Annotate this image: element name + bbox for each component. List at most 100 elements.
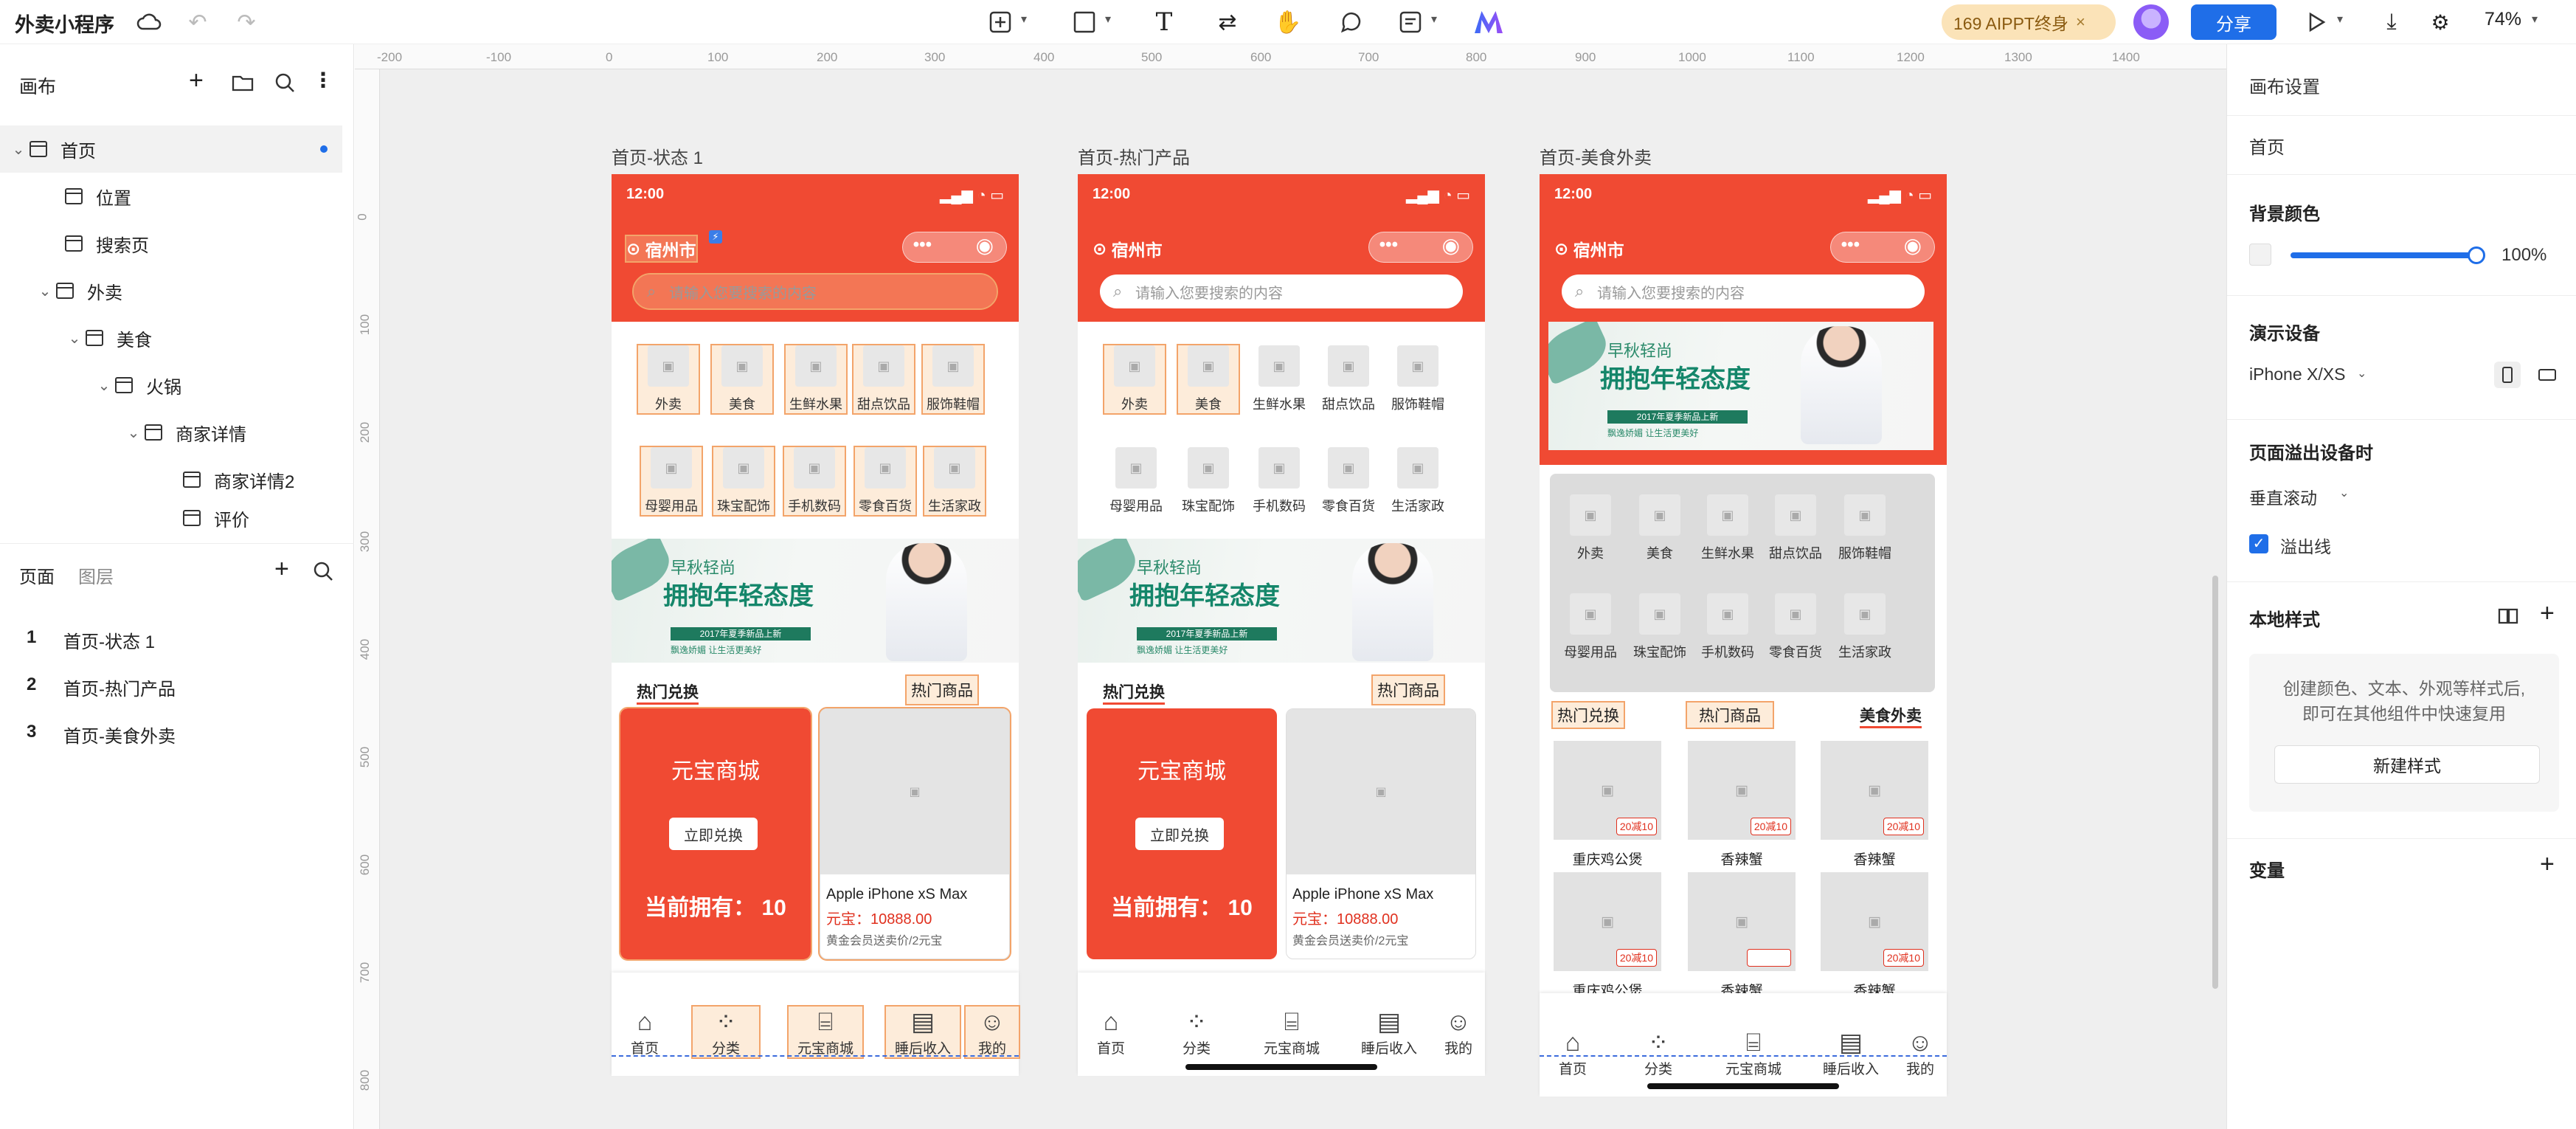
search-input[interactable]: ⌕ 请输入您要搜索的内容 [632,273,998,310]
category-item[interactable]: ▣ 母婴用品 [1560,593,1621,661]
add-style-icon[interactable]: + [2540,599,2555,628]
tab-yuanbao-mall[interactable]: ⌸ 元宝商城 [787,1005,864,1059]
promo-banner[interactable]: 早秋轻尚 拥抱年轻态度 2017年夏季新品上新 飘逸娇媚 让生活更美好 [1078,539,1485,663]
category-item[interactable]: ▣ 生活家政 [1388,447,1448,515]
folder-icon[interactable] [232,74,254,95]
section-hot-goods[interactable]: 热门商品 [1371,674,1445,705]
tab-home[interactable]: ⌂ 首页 [1078,1007,1144,1057]
phone-frame-2[interactable]: 12:00 ▂▄▆ ◔ ▭ ⊙ 宿州市 ••• ◉ ⌕ 请输入您要搜索的内容 ▣ 外… [1078,174,1485,1076]
tab-yuanbao-mall[interactable]: ⌸ 元宝商城 [1717,1027,1790,1078]
design-canvas[interactable]: -200 -100 0 100 200 300 400 500 600 700 … [355,44,2226,1129]
category-item[interactable]: ▣ 零食百货 [1318,447,1379,515]
connector-icon[interactable]: ⇄ [1213,7,1242,37]
comment-icon[interactable] [1337,7,1366,37]
tree-item-merchant[interactable]: ⌄ 商家详情 [0,409,342,456]
chevron-down-icon[interactable]: ▾ [2532,12,2538,27]
category-item[interactable]: ▣ 甜点饮品 [852,344,915,415]
close-circle-icon[interactable]: ◉ [1904,233,1922,258]
page-item[interactable]: 首页-美食外卖 [63,722,176,748]
tab-home[interactable]: ⌂ 首页 [612,1007,678,1057]
category-item[interactable]: ▣ 美食 [710,344,774,415]
category-item[interactable]: ▣ 生活家政 [923,446,986,517]
exchange-button[interactable]: 立即兑换 [1135,818,1224,850]
frame-title[interactable]: 首页-状态 1 [612,143,703,169]
category-item[interactable]: ▣ 甜点饮品 [1765,494,1826,562]
category-item[interactable]: ▣ 甜点饮品 [1318,345,1379,413]
category-item[interactable]: ▣ 母婴用品 [1106,447,1166,515]
chevron-down-icon[interactable]: ⌄ [34,282,56,300]
overflow-line-checkbox[interactable]: ✓ [2249,534,2268,553]
tab-me[interactable]: ☺ 我的 [1432,1007,1485,1057]
tree-item-search[interactable]: 搜索页 [0,220,342,267]
new-style-button[interactable]: 新建样式 [2274,745,2540,784]
chevron-down-icon[interactable]: ⌄ [93,376,115,395]
food-item[interactable]: ▣ 20减10 重庆鸡公煲 [1551,741,1663,869]
download-icon[interactable]: ⤓ [2377,7,2406,37]
search-icon[interactable] [274,72,295,97]
food-item[interactable]: ▣ 20减10 重庆鸡公煲 [1551,872,1663,1000]
tab-me[interactable]: ☺ 我的 [1894,1027,1947,1078]
aippt-promo-badge[interactable]: 169 AIPPT终身 × [1942,4,2116,40]
promo-banner[interactable]: 早秋轻尚 拥抱年轻态度 2017年夏季新品上新 飘逸娇媚 让生活更美好 [1548,322,1933,450]
phone-frame-3[interactable]: 12:00 ▂▄▆ ◔ ▭ ⊙ 宿州市 ••• ◉ ⌕ 请输入您要搜索的内容 早秋… [1540,174,1947,1097]
category-item[interactable]: ▣ 外卖 [1103,344,1166,415]
more-dots-icon[interactable]: ••• [1379,235,1398,255]
frame-tool-icon[interactable] [1070,7,1099,37]
category-item[interactable]: ▣ 生活家政 [1835,593,1895,661]
bg-opacity-value[interactable]: 100% [2501,245,2546,266]
tree-item-location[interactable]: 位置 [0,173,342,220]
avatar[interactable] [2133,4,2169,40]
undo-icon[interactable]: ↶ [183,7,212,37]
category-item[interactable]: ▣ 服饰鞋帽 [1835,494,1895,562]
insert-icon[interactable] [986,7,1015,37]
more-dots-icon[interactable]: ••• [913,235,932,255]
zoom-level[interactable]: 74% [2485,9,2521,30]
chevron-down-icon[interactable]: ⌄ [63,329,86,348]
search-icon[interactable] [313,561,333,585]
tab-pages[interactable]: 页面 [19,562,55,588]
chevron-down-icon[interactable]: ▾ [1021,12,1027,27]
food-item[interactable]: ▣ 20减10 香辣蟹 [1818,741,1931,869]
section-hot-exchange[interactable]: 热门兑换 [637,680,699,705]
category-item[interactable]: ▣ 珠宝配饰 [1178,447,1239,515]
city-selector[interactable]: ⊙ 宿州市 [625,235,698,263]
ai-logo-icon[interactable] [1474,7,1503,37]
play-icon[interactable] [2302,7,2331,37]
category-item[interactable]: ▣ 生鲜水果 [784,344,848,415]
product-card[interactable]: ▣ Apple iPhone xS Max 元宝：10888.00 黄金会员送卖… [818,707,1011,961]
overflow-select[interactable]: 垂直滚动 [2249,484,2317,509]
food-item[interactable]: ▣ 20减10 香辣蟹 [1818,872,1931,1000]
category-item[interactable]: ▣ 手机数码 [1249,447,1309,515]
search-input[interactable]: ⌕ 请输入您要搜索的内容 [1562,275,1925,308]
device-select[interactable]: iPhone X/XS [2249,365,2345,384]
cloud-sync-icon[interactable] [134,7,164,37]
landscape-icon[interactable] [2534,362,2561,388]
tree-item-merchant2[interactable]: 商家详情2 [0,456,342,503]
tab-home[interactable]: ⌂ 首页 [1540,1027,1606,1078]
page-item[interactable]: 首页-状态 1 [63,627,155,653]
share-button[interactable]: 分享 [2191,4,2276,40]
text-tool-icon[interactable]: T [1149,7,1179,37]
category-item[interactable]: ▣ 手机数码 [783,446,846,517]
section-hot-exchange[interactable]: 热门兑换 [1551,701,1625,729]
chevron-down-icon[interactable]: ▾ [2337,12,2343,27]
frame-title[interactable]: 首页-美食外卖 [1540,143,1652,169]
tab-income[interactable]: ▤ 睡后收入 [884,1005,961,1059]
section-hot-exchange[interactable]: 热门兑换 [1103,680,1165,705]
food-item[interactable]: ▣ 20减10 香辣蟹 [1686,741,1798,869]
chevron-down-icon[interactable]: ⌄ [2357,366,2366,381]
category-item[interactable]: ▣ 母婴用品 [640,446,703,517]
tab-income[interactable]: ▤ 睡后收入 [1352,1007,1426,1057]
category-item[interactable]: ▣ 零食百货 [1765,593,1826,661]
tree-item-takeout[interactable]: ⌄ 外卖 [0,267,342,314]
redo-icon[interactable]: ↷ [232,7,261,37]
category-item[interactable]: ▣ 生鲜水果 [1249,345,1309,413]
chevron-down-icon[interactable]: ⌄ [2339,486,2349,500]
tree-item-hotpot[interactable]: ⌄ 火锅 [0,362,342,409]
portrait-icon[interactable] [2494,362,2521,388]
color-swatch[interactable] [2249,244,2271,266]
chevron-down-icon[interactable]: ⌄ [7,140,30,159]
tab-income[interactable]: ▤ 睡后收入 [1814,1027,1888,1078]
yuanbao-card[interactable]: 元宝商城 立即兑换 当前拥有： 10 [619,707,812,961]
section-hot-goods[interactable]: 热门商品 [905,674,979,705]
